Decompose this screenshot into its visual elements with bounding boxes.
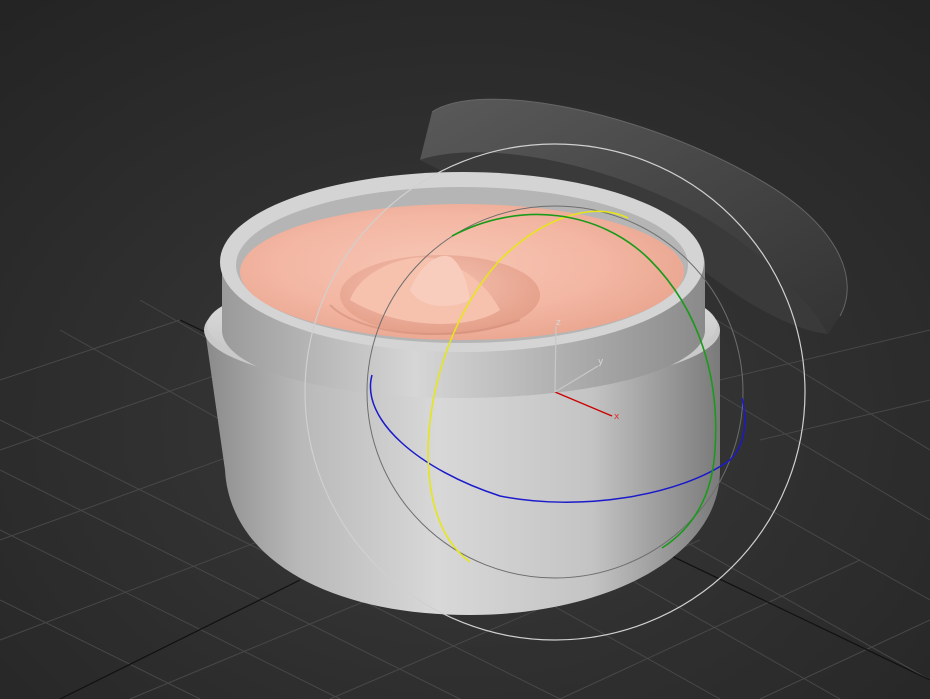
axis-label-x: x [614, 412, 620, 422]
axis-label-z: z [556, 318, 561, 328]
axis-label-y: y [598, 357, 604, 367]
cream[interactable] [240, 204, 684, 340]
3d-viewport[interactable]: x y z [0, 0, 930, 699]
